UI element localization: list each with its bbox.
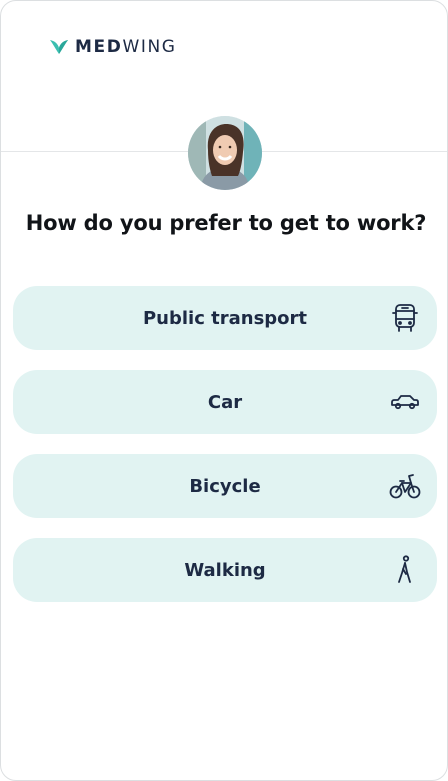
question-heading: How do you prefer to get to work? bbox=[25, 211, 427, 235]
option-label: Walking bbox=[184, 559, 266, 581]
option-label: Car bbox=[207, 391, 243, 413]
bus-icon bbox=[389, 302, 421, 334]
avatar bbox=[188, 116, 262, 190]
option-bicycle[interactable]: Bicycle bbox=[13, 454, 437, 518]
app-frame: MEDWING How do you prefer to get to work… bbox=[0, 0, 448, 781]
brand-name: MEDWING bbox=[75, 37, 177, 57]
option-walking[interactable]: Walking bbox=[13, 538, 437, 602]
option-label: Bicycle bbox=[189, 475, 261, 497]
brand-logo: MEDWING bbox=[49, 37, 177, 57]
walking-icon bbox=[389, 554, 421, 586]
option-label: Public transport bbox=[142, 307, 308, 329]
car-icon bbox=[389, 386, 421, 418]
medwing-bird-icon bbox=[50, 40, 68, 54]
bicycle-icon bbox=[389, 470, 421, 502]
option-public-transport[interactable]: Public transport bbox=[13, 286, 437, 350]
option-car[interactable]: Car bbox=[13, 370, 437, 434]
